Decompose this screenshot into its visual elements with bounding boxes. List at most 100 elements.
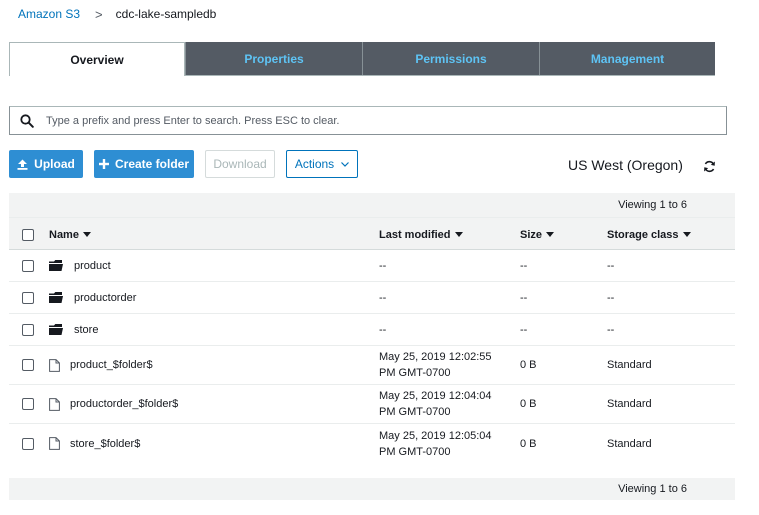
viewing-count-top: Viewing 1 to 6: [9, 193, 735, 217]
name-cell: productorder: [49, 282, 136, 313]
last-modified-cell: May 25, 2019 12:05:04 PM GMT-0700: [379, 424, 492, 463]
download-button[interactable]: Download: [205, 150, 275, 178]
size-cell: --: [520, 323, 528, 336]
create-folder-button[interactable]: Create folder: [94, 150, 194, 178]
name-cell: store: [49, 314, 98, 345]
column-header-storage-class-label: Storage class: [607, 228, 679, 241]
search-input[interactable]: [46, 114, 726, 127]
tab-properties[interactable]: Properties: [185, 42, 362, 76]
viewing-count-bottom: Viewing 1 to 6: [9, 478, 735, 500]
row-checkbox[interactable]: [22, 437, 34, 450]
size-cell: 0 B: [520, 359, 537, 371]
size-cell: --: [520, 291, 528, 304]
last-modified-time: PM GMT-0700: [379, 367, 451, 379]
download-button-label: Download: [213, 157, 267, 171]
file-name-link[interactable]: store_$folder$: [70, 438, 140, 450]
size-cell: 0 B: [520, 398, 537, 410]
table-row: store -- -- --: [9, 314, 735, 346]
breadcrumb-amazon-s3-link[interactable]: Amazon S3: [18, 7, 80, 21]
row-checkbox-cell: [22, 424, 34, 463]
storage-class-cell: --: [607, 323, 615, 336]
row-checkbox-cell: [22, 250, 34, 281]
row-checkbox-cell: [22, 282, 34, 313]
tab-overview[interactable]: Overview: [9, 42, 185, 76]
table-row: productorder_$folder$ May 25, 2019 12:04…: [9, 385, 735, 424]
row-checkbox[interactable]: [22, 259, 34, 272]
folder-icon: [49, 324, 63, 335]
file-name-link[interactable]: productorder_$folder$: [70, 398, 178, 410]
last-modified-date: May 25, 2019 12:02:55: [379, 351, 492, 363]
sort-caret-icon: [682, 232, 691, 237]
file-name-link[interactable]: product_$folder$: [70, 359, 153, 371]
file-icon: [49, 437, 60, 450]
name-cell: productorder_$folder$: [49, 385, 178, 423]
folder-name-link[interactable]: product: [74, 260, 111, 272]
last-modified-cell: --: [379, 314, 386, 345]
row-checkbox-cell: [22, 314, 34, 345]
create-folder-button-label: Create folder: [114, 157, 190, 171]
folder-icon: [49, 292, 63, 303]
select-all-cell: [22, 218, 34, 251]
tab-management[interactable]: Management: [539, 42, 715, 76]
folder-name-link[interactable]: productorder: [74, 292, 136, 304]
breadcrumb-current-bucket: cdc-lake-sampledb: [115, 7, 217, 21]
table-header: Name Last modified Size Storage class: [9, 217, 735, 250]
sort-caret-icon: [82, 232, 91, 237]
row-checkbox[interactable]: [22, 291, 34, 304]
file-icon: [49, 397, 60, 411]
table-row: productorder -- -- --: [9, 282, 735, 314]
column-header-size[interactable]: Size: [520, 218, 555, 251]
tab-divider: [185, 75, 715, 76]
storage-class-cell: Standard: [607, 437, 652, 450]
size-cell: --: [520, 259, 528, 272]
row-checkbox[interactable]: [22, 359, 34, 371]
column-header-name[interactable]: Name: [49, 218, 91, 251]
last-modified-cell: --: [379, 282, 386, 313]
last-modified-cell: May 25, 2019 12:02:55 PM GMT-0700: [379, 346, 492, 384]
plus-icon: [98, 159, 109, 169]
column-header-storage-class[interactable]: Storage class: [607, 218, 691, 251]
tab-permissions[interactable]: Permissions: [362, 42, 539, 76]
row-checkbox[interactable]: [22, 398, 34, 410]
storage-class-cell: Standard: [607, 359, 652, 371]
sort-caret-icon: [546, 232, 555, 237]
folder-icon: [49, 260, 63, 271]
objects-table: Viewing 1 to 6 Name Last modified Size S…: [9, 193, 735, 463]
last-modified-value: --: [379, 291, 387, 304]
sort-caret-icon: [454, 232, 463, 237]
storage-class-cell: Standard: [607, 398, 652, 410]
name-cell: product: [49, 250, 111, 281]
column-header-name-label: Name: [49, 228, 79, 241]
actions-button-label: Actions: [294, 157, 335, 171]
upload-button[interactable]: Upload: [9, 150, 83, 178]
folder-name-link[interactable]: store: [74, 324, 98, 336]
search-icon: [20, 113, 34, 128]
refresh-icon[interactable]: [703, 160, 716, 173]
select-all-checkbox[interactable]: [22, 228, 34, 241]
column-header-last-modified[interactable]: Last modified: [379, 218, 463, 251]
tab-bar: Overview Properties Permissions Manageme…: [9, 42, 715, 76]
column-header-last-modified-label: Last modified: [379, 228, 451, 241]
name-cell: product_$folder$: [49, 346, 153, 384]
last-modified-value: --: [379, 323, 387, 336]
upload-icon: [17, 159, 28, 170]
breadcrumb-separator: >: [95, 6, 103, 22]
last-modified-date: May 25, 2019 12:04:04: [379, 390, 492, 402]
row-checkbox[interactable]: [22, 323, 34, 336]
column-header-size-label: Size: [520, 228, 543, 241]
row-checkbox-cell: [22, 385, 34, 423]
actions-dropdown-button[interactable]: Actions: [286, 150, 358, 178]
region-label: US West (Oregon): [568, 157, 683, 173]
last-modified-time: PM GMT-0700: [379, 406, 451, 418]
chevron-down-icon: [341, 161, 350, 167]
last-modified-value: --: [379, 259, 387, 272]
last-modified-cell: --: [379, 250, 386, 281]
storage-class-cell: --: [607, 291, 615, 304]
last-modified-date: May 25, 2019 12:05:04: [379, 429, 492, 442]
upload-button-label: Upload: [34, 157, 75, 171]
table-row: product -- -- --: [9, 250, 735, 282]
file-icon: [49, 358, 60, 372]
table-row: store_$folder$ May 25, 2019 12:05:04 PM …: [9, 424, 735, 463]
row-checkbox-cell: [22, 346, 34, 384]
size-cell: 0 B: [520, 437, 537, 450]
